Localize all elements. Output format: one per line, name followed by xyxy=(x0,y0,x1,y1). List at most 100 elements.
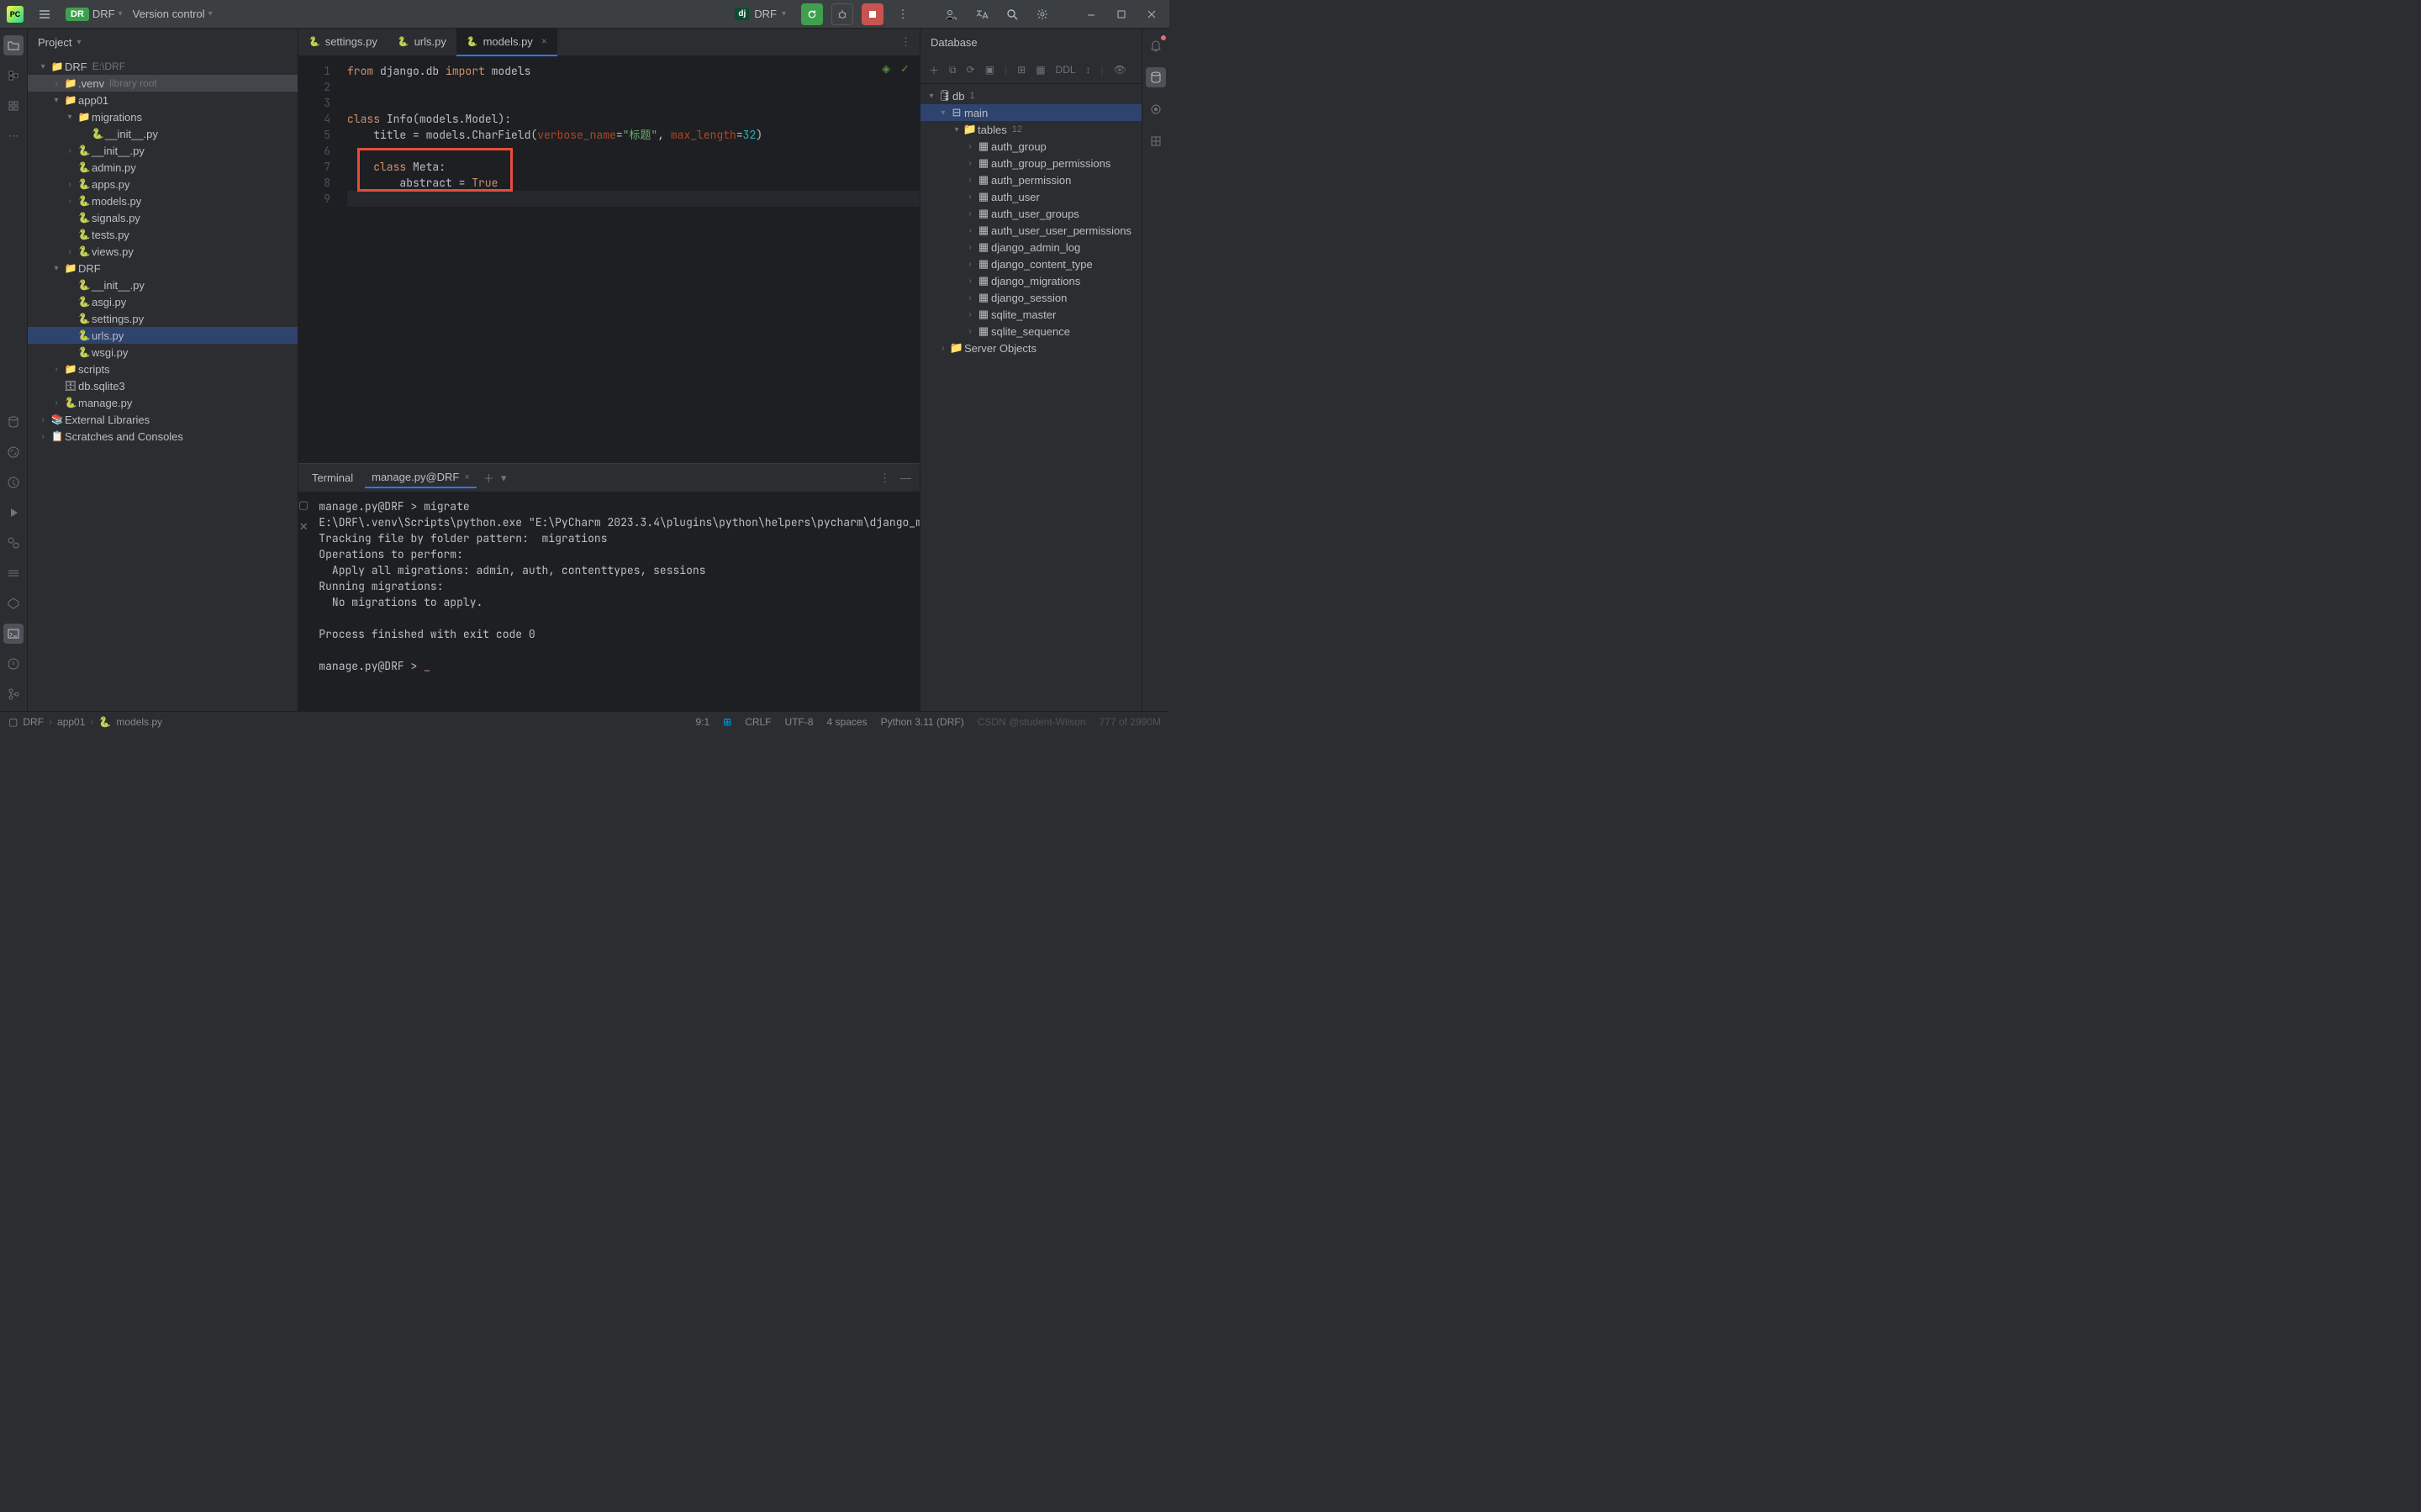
tab-models[interactable]: 🐍models.py× xyxy=(456,29,557,56)
stop-process-icon[interactable]: ▢ xyxy=(298,498,309,512)
run-tool-button[interactable] xyxy=(3,503,24,523)
more-tool-button[interactable]: ⋯ xyxy=(3,126,24,146)
vcs-tool-button[interactable] xyxy=(3,684,24,704)
tab-urls[interactable]: 🐍urls.py xyxy=(388,29,456,56)
db-table[interactable]: ›▦auth_user xyxy=(920,188,1142,205)
terminal-dropdown-button[interactable]: ▾ xyxy=(501,472,507,485)
python-console-button[interactable] xyxy=(3,442,24,462)
db-table[interactable]: ›▦auth_user_user_permissions xyxy=(920,222,1142,239)
tree-item[interactable]: ›🐍__init__.py xyxy=(28,142,298,159)
db-table[interactable]: ›▦auth_group xyxy=(920,138,1142,155)
structure-tool-button[interactable] xyxy=(3,66,24,86)
collapse-button[interactable]: ↕ xyxy=(1086,64,1091,76)
project-tree[interactable]: ▾📁DRFE:\DRF ›📁.venvlibrary root ▾📁app01 … xyxy=(28,56,298,711)
tree-item[interactable]: 🐍__init__.py xyxy=(28,277,298,293)
ddl-button[interactable]: DDL xyxy=(1056,64,1076,76)
tree-item-extlib[interactable]: ›📚External Libraries xyxy=(28,411,298,428)
table-view-button[interactable]: ▦ xyxy=(1036,64,1045,76)
project-panel-header[interactable]: Project ▾ xyxy=(28,29,298,56)
minimize-button[interactable] xyxy=(1080,3,1102,25)
db-table[interactable]: ›▦auth_permission xyxy=(920,171,1142,188)
endpoints-tool-button[interactable] xyxy=(3,593,24,614)
settings-button[interactable] xyxy=(1031,3,1053,25)
project-tool-button[interactable] xyxy=(3,35,24,55)
more-actions-button[interactable]: ⋮ xyxy=(892,3,914,25)
search-button[interactable] xyxy=(1001,3,1023,25)
tree-item[interactable]: ›🐍apps.py xyxy=(28,176,298,192)
tree-item-drf[interactable]: ▾📁DRF xyxy=(28,260,298,277)
jump-to-query-button[interactable]: ⊞ xyxy=(1017,64,1026,76)
code-editor[interactable]: 123 456 789 from django.db import models… xyxy=(298,56,920,463)
version-control-menu[interactable]: Version control ▾ xyxy=(133,8,213,20)
refresh-button[interactable]: ⟳ xyxy=(967,64,975,76)
windows-icon[interactable]: ⊞ xyxy=(723,716,731,728)
bookmarks-tool-button[interactable] xyxy=(3,96,24,116)
breadcrumb[interactable]: ▢ DRF› app01› 🐍models.py xyxy=(8,716,162,728)
db-table[interactable]: ›▦django_admin_log xyxy=(920,239,1142,256)
tree-item[interactable]: 🐍wsgi.py xyxy=(28,344,298,361)
scisuite-button[interactable] xyxy=(1146,131,1166,151)
db-tables-node[interactable]: ▾📁tables12 xyxy=(920,121,1142,138)
ai-assistant-button[interactable] xyxy=(1146,99,1166,119)
rerun-button[interactable] xyxy=(801,3,823,25)
db-table[interactable]: ›▦django_migrations xyxy=(920,272,1142,289)
todo-tool-button[interactable] xyxy=(3,472,24,493)
services-tool-button[interactable] xyxy=(3,563,24,583)
hide-terminal-button[interactable]: — xyxy=(900,472,911,485)
database-panel-header[interactable]: Database xyxy=(920,29,1142,56)
add-datasource-button[interactable]: ＋ xyxy=(929,63,939,77)
tabs-actions-button[interactable]: ⋮ xyxy=(900,35,920,49)
db-table[interactable]: ›▦django_content_type xyxy=(920,256,1142,272)
maximize-button[interactable] xyxy=(1110,3,1132,25)
db-table[interactable]: ›▦sqlite_master xyxy=(920,306,1142,323)
terminal-options-button[interactable]: ⋮ xyxy=(879,472,890,485)
tree-item[interactable]: ›🐍views.py xyxy=(28,243,298,260)
line-separator[interactable]: CRLF xyxy=(745,716,771,728)
db-table[interactable]: ›▦auth_user_groups xyxy=(920,205,1142,222)
tree-item-dbfile[interactable]: 🗄db.sqlite3 xyxy=(28,377,298,394)
cursor-position[interactable]: 9:1 xyxy=(695,716,709,728)
terminal-tool-button[interactable] xyxy=(3,624,24,644)
tree-item-urls[interactable]: 🐍urls.py xyxy=(28,327,298,344)
db-schema-main[interactable]: ▾⊟main xyxy=(920,104,1142,121)
database-tool-icon[interactable] xyxy=(3,412,24,432)
code-with-me-button[interactable] xyxy=(941,3,963,25)
new-terminal-button[interactable]: ＋ xyxy=(483,470,494,486)
tree-item[interactable]: 🐍signals.py xyxy=(28,209,298,226)
run-config-selector[interactable]: dj DRF ▾ xyxy=(728,5,793,23)
db-table[interactable]: ›▦django_session xyxy=(920,289,1142,306)
tab-settings[interactable]: 🐍settings.py xyxy=(298,29,388,56)
tree-item[interactable]: 🐍admin.py xyxy=(28,159,298,176)
memory-indicator[interactable]: 777 of 2990M xyxy=(1100,716,1161,728)
close-icon[interactable]: × xyxy=(541,35,547,47)
tree-item-venv[interactable]: ›📁.venvlibrary root xyxy=(28,75,298,92)
tree-item[interactable]: ›🐍models.py xyxy=(28,192,298,209)
tree-item-migrations[interactable]: ▾📁migrations xyxy=(28,108,298,125)
db-server-objects[interactable]: ›📁Server Objects xyxy=(920,340,1142,356)
database-strip-button[interactable] xyxy=(1146,67,1166,87)
tree-item[interactable]: 🐍asgi.py xyxy=(28,293,298,310)
debug-button[interactable] xyxy=(831,3,853,25)
close-icon[interactable]: × xyxy=(464,472,469,482)
encoding[interactable]: UTF-8 xyxy=(785,716,814,728)
notifications-button[interactable] xyxy=(1146,35,1166,55)
database-tree[interactable]: ▾🛢db1 ▾⊟main ▾📁tables12 ›▦auth_group ›▦a… xyxy=(920,84,1142,711)
tree-item-scratches[interactable]: ›📋Scratches and Consoles xyxy=(28,428,298,445)
stop-button[interactable] xyxy=(862,3,883,25)
tree-item-scripts[interactable]: ›📁scripts xyxy=(28,361,298,377)
translate-button[interactable] xyxy=(971,3,993,25)
terminal-output[interactable]: manage.py@DRF > migrate E:\DRF\.venv\Scr… xyxy=(309,492,920,711)
view-options-button[interactable]: 👁 xyxy=(1114,64,1126,76)
interpreter[interactable]: Python 3.11 (DRF) xyxy=(881,716,964,728)
db-table[interactable]: ›▦sqlite_sequence xyxy=(920,323,1142,340)
terminal-tab[interactable]: manage.py@DRF× xyxy=(365,467,477,488)
duplicate-button[interactable]: ⧉ xyxy=(949,64,957,76)
close-window-button[interactable] xyxy=(1141,3,1163,25)
tree-item[interactable]: 🐍__init__.py xyxy=(28,125,298,142)
problems-tool-button[interactable] xyxy=(3,654,24,674)
tree-item[interactable]: 🐍tests.py xyxy=(28,226,298,243)
indent[interactable]: 4 spaces xyxy=(827,716,868,728)
main-menu-button[interactable] xyxy=(34,3,55,25)
python-packages-button[interactable] xyxy=(3,533,24,553)
code-content[interactable]: from django.db import models class Info(… xyxy=(339,56,920,463)
